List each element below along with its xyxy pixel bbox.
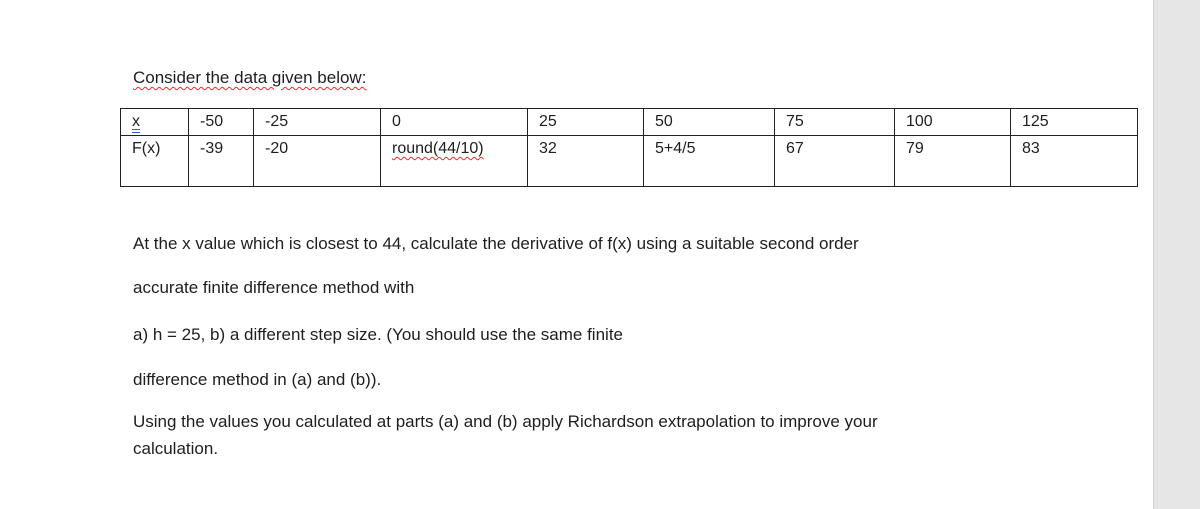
richardson-line-2: calculation. bbox=[133, 439, 219, 458]
question-part-ab-line-1: a) h = 25, b) a different step size. (Yo… bbox=[133, 325, 623, 344]
question-paragraph-line-2: accurate finite difference method with bbox=[133, 278, 415, 297]
table-cell: -20 bbox=[253, 135, 381, 187]
table-row-header: F(x) bbox=[120, 135, 189, 187]
table-cell: 125 bbox=[1010, 108, 1138, 136]
intro-text-content: Consider the data given below: bbox=[133, 68, 367, 87]
x-label: x bbox=[132, 113, 140, 130]
table-row-header: x bbox=[120, 108, 189, 136]
table-cell: 5+4/5 bbox=[643, 135, 775, 187]
intro-text: Consider the data given below: bbox=[133, 68, 366, 88]
table-cell: 79 bbox=[894, 135, 1011, 187]
table-cell: -50 bbox=[188, 108, 254, 136]
table-cell: 83 bbox=[1010, 135, 1138, 187]
table-cell: 32 bbox=[527, 135, 644, 187]
table-row-fx: F(x) -39 -20 round(44/10) 32 5+4/5 67 79… bbox=[120, 135, 1138, 187]
data-table: x -50 -25 0 25 50 75 100 125 F(x) -39 -2… bbox=[120, 108, 1138, 187]
table-cell: 75 bbox=[774, 108, 895, 136]
table-row-x: x -50 -25 0 25 50 75 100 125 bbox=[120, 108, 1138, 136]
table-cell: 50 bbox=[643, 108, 775, 136]
question-paragraph-line-1: At the x value which is closest to 44, c… bbox=[133, 234, 859, 253]
table-cell: -25 bbox=[253, 108, 381, 136]
table-cell: 67 bbox=[774, 135, 895, 187]
table-cell: -39 bbox=[188, 135, 254, 187]
richardson-line-1: Using the values you calculated at parts… bbox=[133, 412, 878, 431]
table-cell: 25 bbox=[527, 108, 644, 136]
document-page: Consider the data given below: x -50 -25… bbox=[0, 0, 1153, 509]
side-gutter bbox=[1153, 0, 1200, 509]
table-cell: 0 bbox=[380, 108, 528, 136]
question-part-ab-line-2: difference method in (a) and (b)). bbox=[133, 370, 382, 389]
table-cell: round(44/10) bbox=[380, 135, 528, 187]
formula-cell-text: round(44/10) bbox=[392, 140, 484, 157]
table-cell: 100 bbox=[894, 108, 1011, 136]
